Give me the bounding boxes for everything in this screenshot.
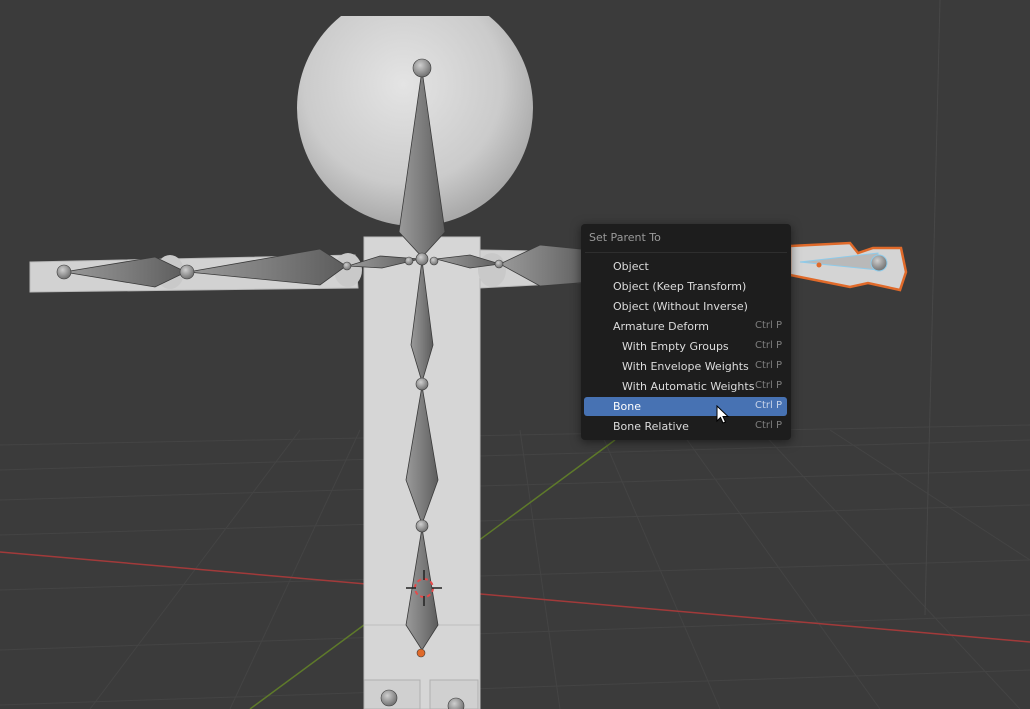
menu-item-with-empty-groups[interactable]: With Empty Groups Ctrl P [584,337,787,356]
menu-item-bone[interactable]: Bone Ctrl P [584,397,787,416]
menu-divider [585,252,787,253]
menu-item-with-automatic-weights[interactable]: With Automatic Weights Ctrl P [584,377,787,396]
menu-item-shortcut: Ctrl P [754,400,782,411]
menu-item-shortcut: Ctrl P [754,360,782,371]
menu-item-label: With Empty Groups [622,340,729,353]
menu-item-label: Armature Deform [613,320,710,333]
menu-item-label: Object [613,260,649,273]
menu-item-shortcut: Ctrl P [754,340,782,351]
menu-item-shortcut: Ctrl P [754,420,782,431]
set-parent-menu: Set Parent To Object Object (Keep Transfo… [581,224,791,440]
viewport-scene [0,0,1030,709]
menu-item-with-envelope-weights[interactable]: With Envelope Weights Ctrl P [584,357,787,376]
menu-title: Set Parent To [589,231,661,244]
menu-item-shortcut: Ctrl P [754,380,782,391]
menu-item-label: Object (Keep Transform) [613,280,747,293]
menu-item-object-keep-transform[interactable]: Object (Keep Transform) [584,277,787,296]
3d-viewport[interactable]: Set Parent To Object Object (Keep Transfo… [0,0,1030,709]
menu-item-object-without-inverse[interactable]: Object (Without Inverse) [584,297,787,316]
mouse-cursor-icon [716,405,730,424]
menu-item-label: Object (Without Inverse) [613,300,748,313]
menu-item-shortcut: Ctrl P [754,320,782,331]
menu-item-label: Bone Relative [613,420,689,433]
menu-item-bone-relative[interactable]: Bone Relative Ctrl P [584,417,787,436]
menu-item-label: With Automatic Weights [622,380,755,393]
menu-item-label: Bone [613,400,642,413]
menu-item-armature-deform[interactable]: Armature Deform Ctrl P [584,317,787,336]
menu-item-object[interactable]: Object [584,257,787,276]
menu-item-label: With Envelope Weights [622,360,749,373]
